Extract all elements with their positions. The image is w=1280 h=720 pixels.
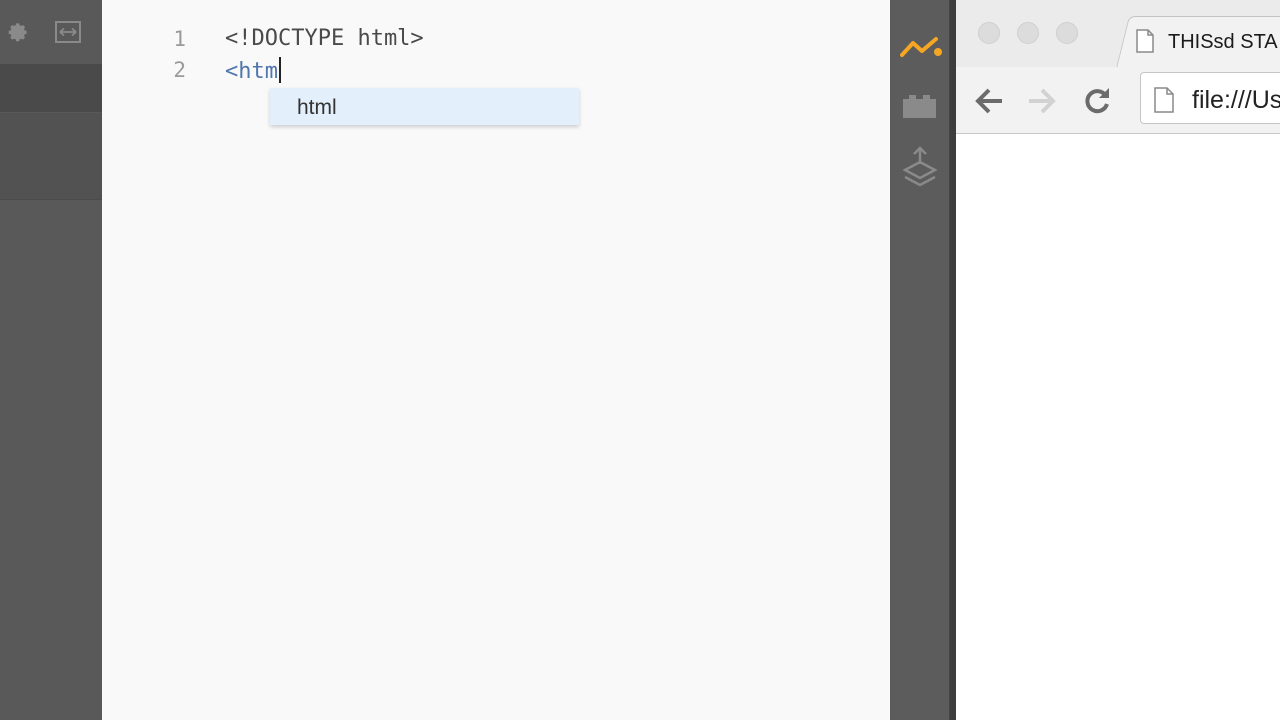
sidebar-toolbar — [0, 0, 102, 64]
zoom-window-button[interactable] — [1056, 22, 1078, 44]
sidebar-divider — [0, 199, 102, 200]
reload-icon[interactable] — [1080, 84, 1114, 118]
autocomplete-popup[interactable]: html — [270, 88, 579, 125]
sidebar-selected-row[interactable] — [0, 64, 102, 112]
text-cursor — [278, 57, 281, 83]
back-arrow-icon[interactable] — [972, 84, 1006, 118]
code-line[interactable]: <!DOCTYPE html> — [225, 26, 424, 51]
live-preview-icon[interactable] — [900, 35, 942, 59]
gear-icon[interactable] — [7, 21, 29, 43]
code-line-text: <htm — [225, 59, 278, 84]
code-line-active[interactable]: <htm — [225, 57, 281, 84]
sidebar-row[interactable] — [0, 113, 102, 199]
expand-horizontal-icon[interactable] — [55, 21, 81, 43]
code-editor[interactable]: 1 <!DOCTYPE html> 2 <htm html — [102, 0, 890, 720]
tab-title[interactable]: THISsd STA — [1168, 31, 1278, 54]
browser-window: THISsd STA file:///Us — [950, 0, 1280, 720]
tool-strip — [890, 0, 950, 720]
line-number: 2 — [173, 58, 186, 82]
extensions-icon[interactable] — [901, 92, 938, 120]
extract-layers-icon[interactable] — [902, 146, 938, 188]
minimize-window-button[interactable] — [1017, 22, 1039, 44]
sidebar — [0, 0, 102, 720]
line-number: 1 — [173, 27, 186, 51]
page-icon — [1154, 87, 1174, 113]
browser-titlebar: THISsd STA — [956, 0, 1280, 68]
autocomplete-suggestion[interactable]: html — [297, 96, 337, 120]
address-bar-url[interactable]: file:///Us — [1192, 86, 1280, 115]
page-icon — [1136, 29, 1154, 53]
close-window-button[interactable] — [978, 22, 1000, 44]
forward-arrow-icon[interactable] — [1025, 84, 1059, 118]
